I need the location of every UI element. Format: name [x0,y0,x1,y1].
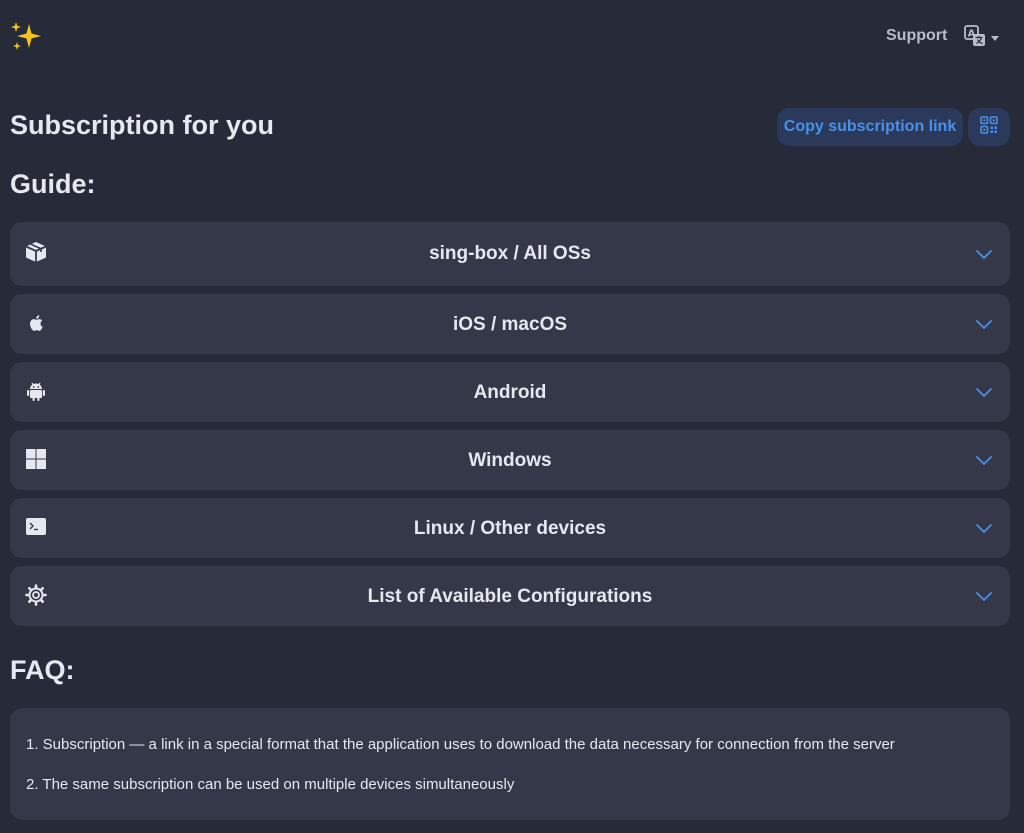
accordion-ios-macos[interactable]: iOS / macOS [10,294,1010,354]
page-title: Subscription for you [10,110,275,140]
accordion-android[interactable]: Android [10,362,1010,422]
accordion-windows[interactable]: Windows [10,430,1010,490]
accordion-label: Windows [468,450,552,471]
accordion-linux-other[interactable]: Linux / Other devices [10,498,1010,558]
sparkles-icon[interactable] [10,20,44,54]
accordion-label: iOS / macOS [452,314,568,335]
faq-heading: FAQ: [10,655,75,685]
accordion-label: Linux / Other devices [413,518,607,539]
accordion-sing-box[interactable]: sing-box / All OSs [10,222,1010,286]
chevron-down-icon [974,382,994,402]
support-link[interactable]: Support [886,27,947,45]
chevron-down-icon [974,518,994,538]
guide-heading: Guide: [10,169,96,199]
chevron-down-icon [974,244,994,264]
qr-code-button[interactable] [968,108,1010,146]
faq-item: 1. Subscription — a link in a special fo… [26,736,895,753]
chevron-down-icon [974,450,994,470]
faq-panel: 1. Subscription — a link in a special fo… [10,708,1010,820]
chevron-down-icon [974,314,994,334]
chevron-down-icon [991,35,999,41]
chevron-down-icon [974,586,994,606]
qr-code-icon [980,115,998,139]
language-dropdown[interactable]: A [964,24,1004,52]
accordion-label: Android [473,382,547,403]
copy-subscription-link-button[interactable]: Copy subscription link [777,108,963,146]
accordion-available-configurations[interactable]: List of Available Configurations [10,566,1010,626]
top-bar: Support A [0,0,1024,74]
accordion-label: sing-box / All OSs [429,243,591,264]
translate-icon: A [964,24,986,52]
faq-item: 2. The same subscription can be used on … [26,776,515,793]
accordion-label: List of Available Configurations [367,586,653,607]
